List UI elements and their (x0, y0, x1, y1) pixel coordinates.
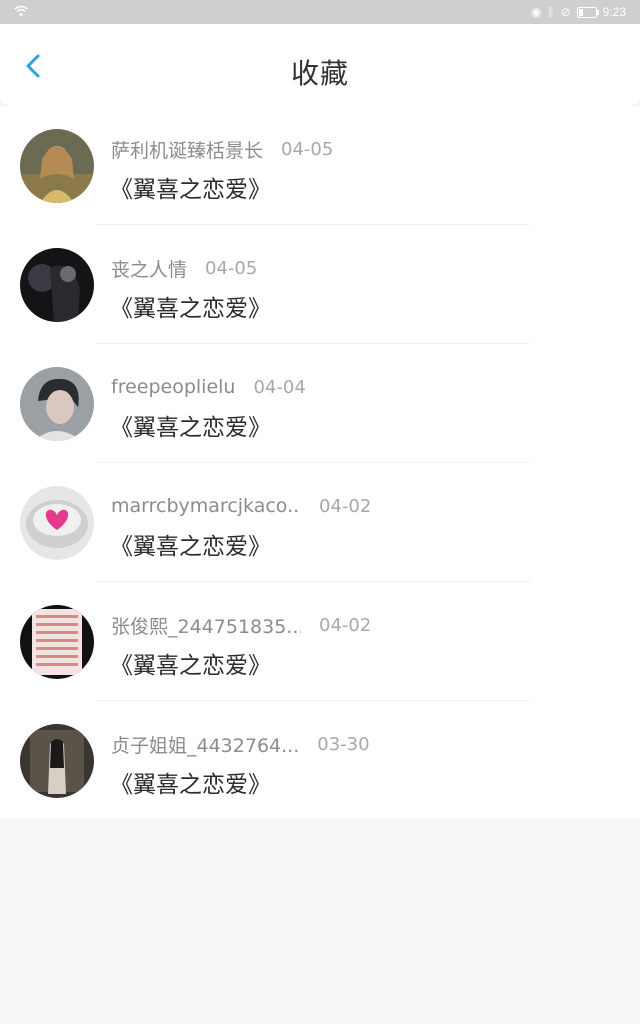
favorite-date: 04-05 (205, 257, 258, 279)
book-title: 《翼喜之恋爱》 (110, 415, 271, 441)
favorite-item[interactable]: 萨利机诞臻栝景长 04-05 《翼喜之恋爱》 (0, 106, 640, 225)
favorite-date: 03-30 (317, 733, 370, 755)
avatar (20, 367, 94, 441)
user-name: 张俊熙_244751835... (111, 615, 301, 638)
favorite-item[interactable]: 张俊熙_244751835... 04-02 《翼喜之恋爱》 (0, 582, 640, 701)
favorite-item[interactable]: 丧之人情 04-05 《翼喜之恋爱》 (0, 225, 640, 344)
book-title: 《翼喜之恋爱》 (110, 653, 271, 679)
status-time: 9:23 (602, 5, 626, 19)
user-name: freepeoplielu (111, 376, 236, 398)
user-name: 贞子姐姐_4432764... (111, 734, 300, 757)
eye-icon: ◉ (530, 5, 542, 19)
user-name: 丧之人情 (111, 258, 188, 281)
bluetooth-icon: ᛒ (547, 5, 555, 19)
favorite-date: 04-02 (319, 614, 372, 636)
battery-icon (576, 6, 599, 18)
header-bar: 收藏 (0, 24, 640, 106)
favorite-item[interactable]: marrcbymarcjkaco... 04-02 《翼喜之恋爱》 (0, 463, 640, 582)
avatar (20, 248, 94, 322)
book-title: 《翼喜之恋爱》 (110, 177, 271, 203)
status-icons: ◉ ᛒ ⊘ 9:23 (531, 5, 626, 19)
avatar (20, 724, 94, 798)
book-title: 《翼喜之恋爱》 (110, 772, 271, 798)
mute-icon: ⊘ (560, 5, 571, 19)
avatar (20, 486, 94, 560)
favorites-list: 萨利机诞臻栝景长 04-05 《翼喜之恋爱》 丧之人情 04-05 《翼喜之恋爱》 … (0, 106, 640, 819)
favorite-date: 04-04 (253, 376, 306, 398)
avatar (20, 129, 94, 203)
favorite-item[interactable]: freepeoplielu 04-04 《翼喜之恋爱》 (0, 344, 640, 463)
page-title: 收藏 (290, 57, 349, 90)
status-bar: ◉ ᛒ ⊘ 9:23 (0, 0, 640, 24)
book-title: 《翼喜之恋爱》 (110, 534, 271, 560)
favorite-date: 04-05 (281, 138, 334, 160)
favorite-item[interactable]: 贞子姐姐_4432764... 03-30 《翼喜之恋爱》 (0, 701, 640, 820)
wifi-icon (14, 5, 28, 20)
user-name: marrcbymarcjkaco... (111, 495, 301, 517)
favorite-date: 04-02 (319, 495, 372, 517)
user-name: 萨利机诞臻栝景长 (111, 139, 264, 162)
book-title: 《翼喜之恋爱》 (110, 296, 271, 322)
avatar (20, 605, 94, 679)
